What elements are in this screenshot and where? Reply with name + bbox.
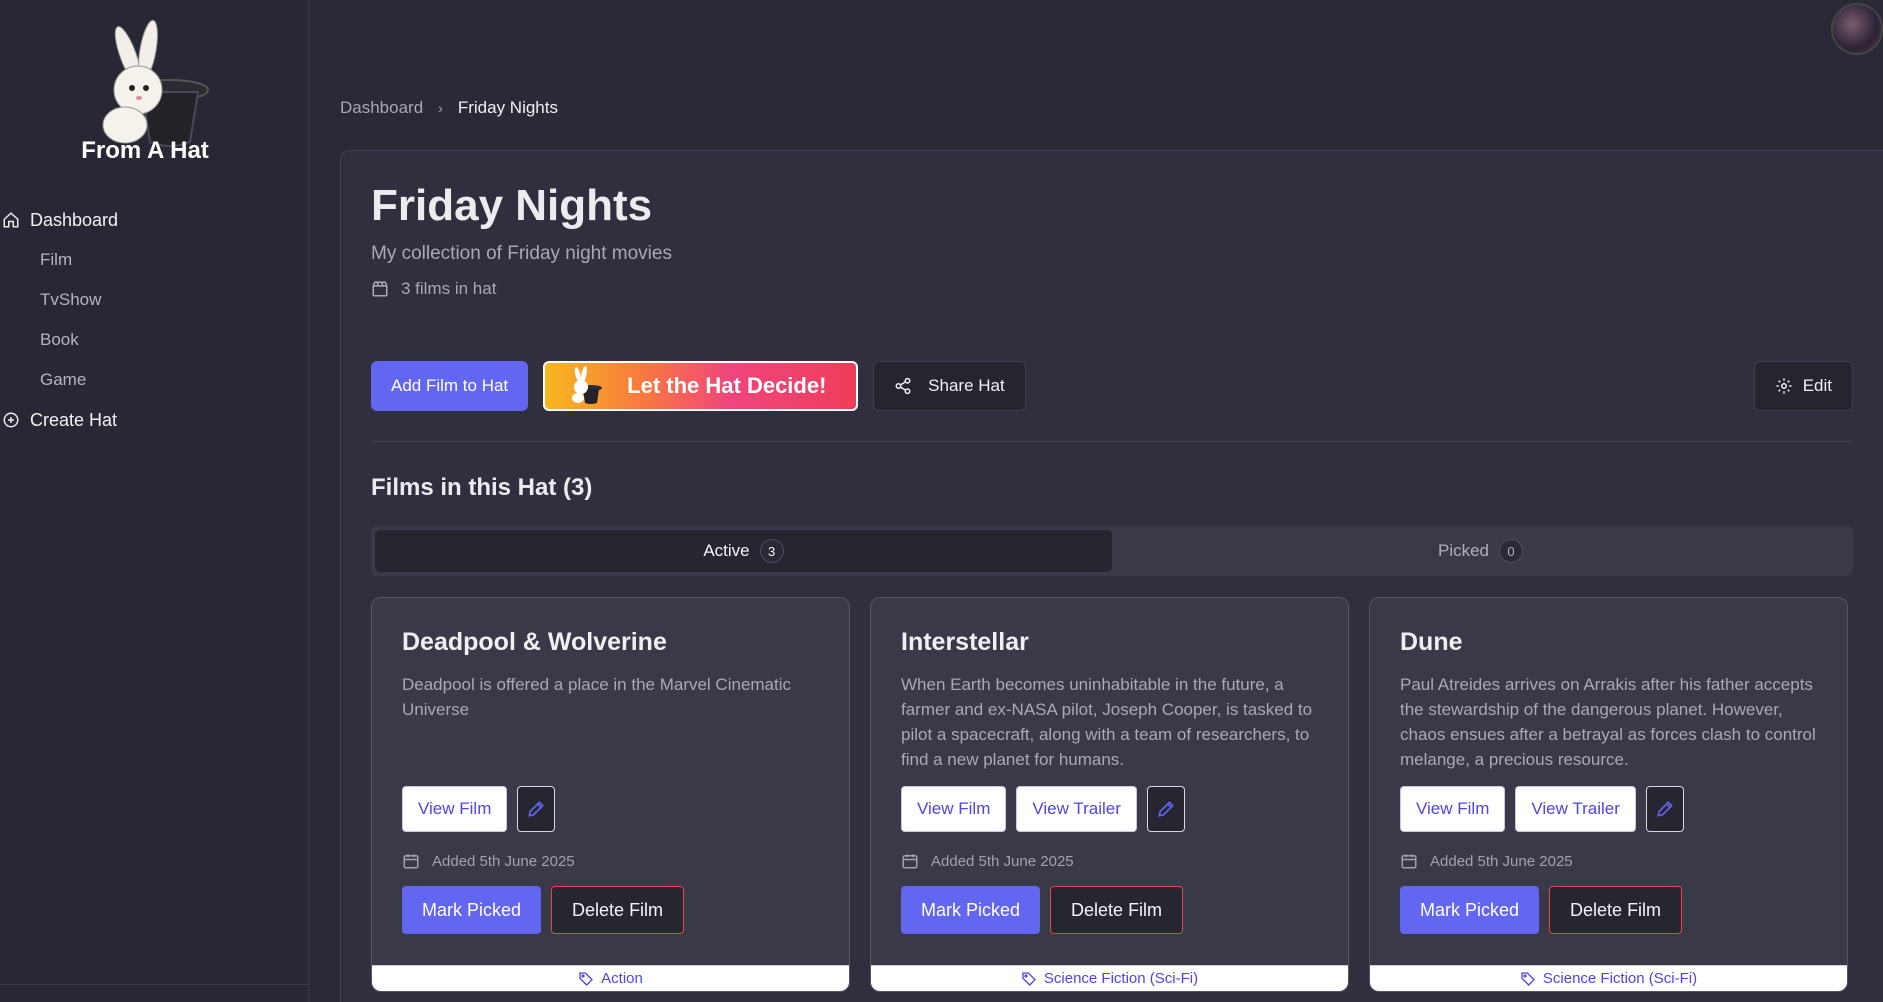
pencil-icon [1657,801,1673,817]
tag-icon [1521,971,1535,986]
view-trailer-button[interactable]: View Trailer [1016,786,1137,832]
pencil-icon [1158,801,1174,817]
film-actions: Mark Picked Delete Film [901,886,1184,934]
mark-picked-button[interactable]: Mark Picked [402,886,542,934]
view-film-button[interactable]: View Film [901,786,1007,832]
mark-picked-button[interactable]: Mark Picked [1400,886,1540,934]
tab-label: Active [703,541,750,560]
delete-film-button[interactable]: Delete Film [1050,886,1184,934]
breadcrumb: Dashboard › Friday Nights [340,98,558,118]
share-hat-button[interactable]: Share Hat [873,361,1026,411]
sidebar-item-film[interactable]: Film [0,240,309,280]
calendar-icon [1401,854,1417,869]
added-date-label: Added 5th June 2025 [432,852,575,870]
rabbit-hat-icon [572,366,603,404]
share-hat-label: Share Hat [928,376,1005,395]
sidebar-footer [0,984,309,1002]
genre-label: Action [601,970,643,987]
film-count: 3 films in hat [371,279,496,299]
film-title: Interstellar [901,628,1029,656]
film-description: Deadpool is offered a place in the Marve… [402,675,792,719]
genre-tag: Science Fiction (Sci-Fi) [1370,965,1847,991]
added-date: Added 5th June 2025 [901,852,1074,870]
tag-icon [1022,971,1036,986]
tab-picked[interactable]: Picked 0 [1112,530,1849,572]
edit-label: Edit [1802,376,1832,395]
film-count-label: 3 films in hat [401,279,497,298]
tab-label: Picked [1437,541,1490,560]
added-date: Added 5th June 2025 [402,852,575,870]
view-trailer-button[interactable]: View Trailer [1515,786,1636,832]
sidebar-item-game[interactable]: Game [0,360,309,400]
sidebar-item-label: Create Hat [30,409,118,430]
view-film-button[interactable]: View Film [402,786,508,832]
film-list: Deadpool & Wolverine Deadpool is offered… [371,597,1849,992]
gear-icon [1776,378,1792,394]
sidebar-item-book[interactable]: Book [0,320,309,360]
pencil-icon [528,801,545,817]
delete-film-button[interactable]: Delete Film [551,886,685,934]
genre-label: Science Fiction (Sci-Fi) [1542,970,1698,987]
film-links: View Film View Trailer [901,786,1185,832]
chevron-right-icon: › [438,100,443,116]
film-description: Paul Atreides arrives on Arrakis after h… [1400,675,1816,769]
edit-film-button[interactable] [1645,786,1684,832]
section-title: Films in this Hat (3) [371,474,593,501]
add-film-button[interactable]: Add Film to Hat [371,361,529,411]
film-card: Interstellar When Earth becomes uninhabi… [870,597,1349,992]
added-date-label: Added 5th June 2025 [931,852,1074,870]
app-name: From A Hat [81,137,209,164]
film-title: Deadpool & Wolverine [402,628,667,656]
film-card: Dune Paul Atreides arrives on Arrakis af… [1369,597,1848,992]
film-links: View Film View Trailer [1400,786,1684,832]
breadcrumb-current: Friday Nights [457,98,558,117]
film-card: Deadpool & Wolverine Deadpool is offered… [371,597,850,992]
sidebar-item-dashboard[interactable]: Dashboard [0,200,309,240]
clapperboard-icon [372,281,388,297]
divider [371,441,1853,442]
sidebar-item-create-hat[interactable]: Create Hat [0,400,309,440]
film-links: View Film [402,786,556,832]
film-actions: Mark Picked Delete Film [1400,886,1683,934]
plus-circle-icon [0,409,22,431]
added-date: Added 5th June 2025 [1400,852,1573,870]
genre-tag: Science Fiction (Sci-Fi) [871,965,1348,991]
calendar-icon [902,854,918,869]
home-icon [0,209,22,231]
breadcrumb-dashboard[interactable]: Dashboard [340,98,423,118]
added-date-label: Added 5th June 2025 [1430,852,1573,870]
count-badge: 0 [1499,539,1524,563]
tab-active[interactable]: Active 3 [375,530,1112,572]
calendar-icon [403,854,419,869]
edit-film-button[interactable] [517,786,556,832]
genre-label: Science Fiction (Sci-Fi) [1043,970,1199,987]
let-hat-decide-button[interactable]: Let the Hat Decide! [543,361,859,411]
film-actions: Mark Picked Delete Film [402,886,685,934]
page-title: Friday Nights [371,181,653,230]
delete-film-button[interactable]: Delete Film [1549,886,1683,934]
let-hat-decide-label: Let the Hat Decide! [627,373,827,398]
edit-hat-button[interactable]: Edit [1753,361,1853,411]
user-avatar[interactable] [1831,3,1883,55]
edit-film-button[interactable] [1146,786,1185,832]
sidebar-nav: Dashboard Film TvShow Book Game Create H… [0,200,309,440]
hat-panel: Friday Nights My collection of Friday ni… [340,150,1883,1002]
sidebar: From A Hat Dashboard Film TvShow Book Ga… [0,0,309,1002]
film-tabs: Active 3 Picked 0 [371,526,1853,576]
mark-picked-button[interactable]: Mark Picked [901,886,1041,934]
hat-description: My collection of Friday night movies [371,243,672,264]
film-title: Dune [1400,628,1463,656]
view-film-button[interactable]: View Film [1400,786,1506,832]
sidebar-item-label: Dashboard [30,209,119,230]
film-description: When Earth becomes uninhabitable in the … [901,675,1313,769]
hat-actions: Add Film to Hat Let the Hat Decide! Shar… [371,361,1026,411]
genre-tag: Action [372,965,849,991]
count-badge: 3 [759,539,784,563]
sidebar-item-tvshow[interactable]: TvShow [0,280,309,320]
tag-icon [579,971,594,986]
share-icon [895,377,911,395]
